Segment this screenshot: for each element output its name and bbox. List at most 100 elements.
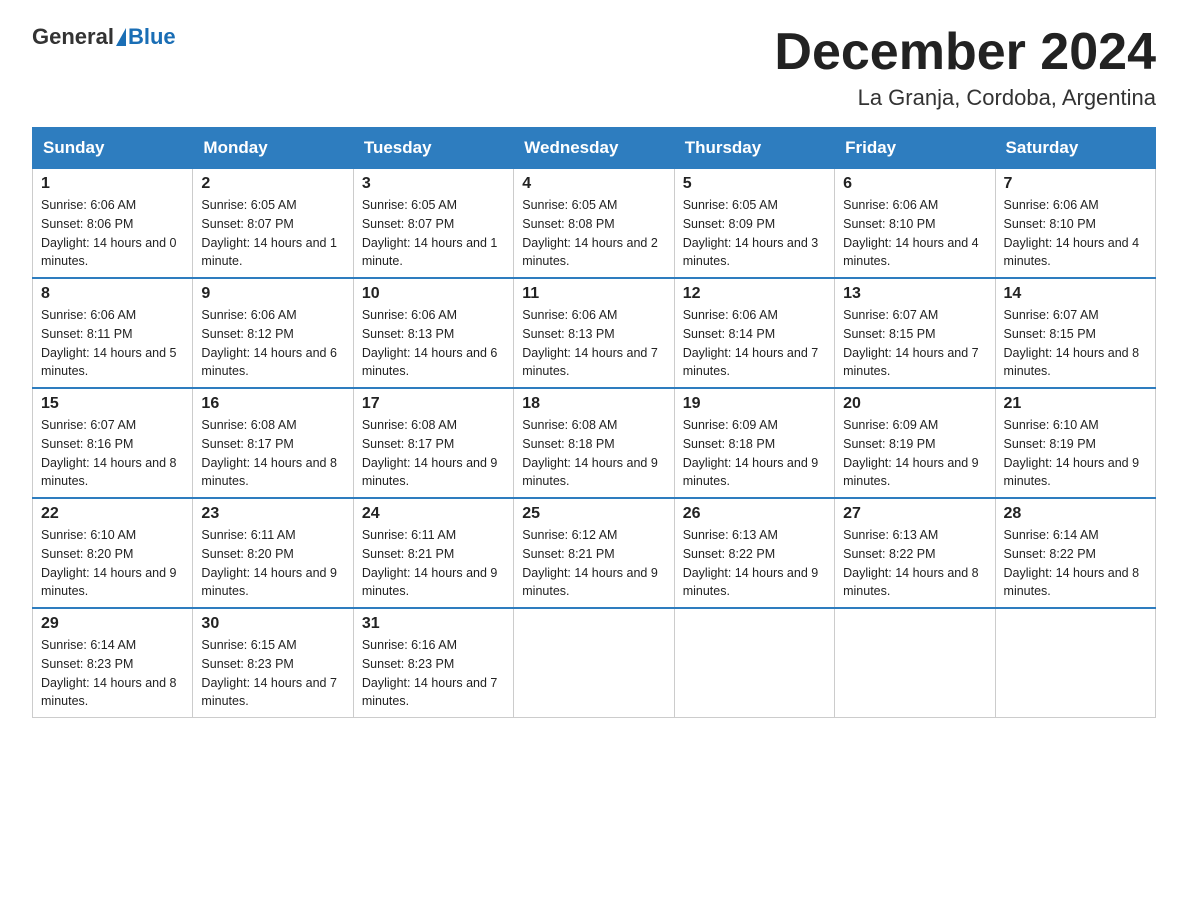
location-title: La Granja, Cordoba, Argentina xyxy=(774,85,1156,111)
calendar-week-row: 1 Sunrise: 6:06 AMSunset: 8:06 PMDaylight… xyxy=(33,169,1156,279)
logo: General Blue xyxy=(32,24,176,50)
day-number: 6 xyxy=(843,175,986,193)
calendar-day-cell: 31 Sunrise: 6:16 AMSunset: 8:23 PMDayligh… xyxy=(353,608,513,718)
calendar-day-cell: 1 Sunrise: 6:06 AMSunset: 8:06 PMDaylight… xyxy=(33,169,193,279)
day-sun-info: Sunrise: 6:11 AMSunset: 8:21 PMDaylight:… xyxy=(362,526,505,601)
day-number: 17 xyxy=(362,395,505,413)
day-number: 26 xyxy=(683,505,826,523)
day-sun-info: Sunrise: 6:06 AMSunset: 8:10 PMDaylight:… xyxy=(843,196,986,271)
calendar-day-cell: 23 Sunrise: 6:11 AMSunset: 8:20 PMDayligh… xyxy=(193,498,353,608)
day-sun-info: Sunrise: 6:07 AMSunset: 8:15 PMDaylight:… xyxy=(843,306,986,381)
calendar-week-row: 8Sunrise: 6:06 AMSunset: 8:11 PMDaylight… xyxy=(33,278,1156,388)
day-sun-info: Sunrise: 6:14 AMSunset: 8:22 PMDaylight:… xyxy=(1004,526,1147,601)
day-of-week-header: Sunday xyxy=(33,128,193,169)
day-number: 12 xyxy=(683,285,826,303)
day-sun-info: Sunrise: 6:05 AMSunset: 8:07 PMDaylight:… xyxy=(362,196,505,271)
calendar-day-cell: 28 Sunrise: 6:14 AMSunset: 8:22 PMDayligh… xyxy=(995,498,1155,608)
day-sun-info: Sunrise: 6:14 AMSunset: 8:23 PMDaylight:… xyxy=(41,636,184,711)
calendar-day-cell: 29 Sunrise: 6:14 AMSunset: 8:23 PMDayligh… xyxy=(33,608,193,718)
day-number: 1 xyxy=(41,175,184,193)
calendar-day-cell: 21 Sunrise: 6:10 AMSunset: 8:19 PMDayligh… xyxy=(995,388,1155,498)
day-sun-info: Sunrise: 6:09 AMSunset: 8:19 PMDaylight:… xyxy=(843,416,986,491)
day-number: 30 xyxy=(201,615,344,633)
calendar-day-cell: 18Sunrise: 6:08 AMSunset: 8:18 PMDayligh… xyxy=(514,388,674,498)
day-number: 25 xyxy=(522,505,665,523)
day-of-week-header: Monday xyxy=(193,128,353,169)
calendar-day-cell: 9 Sunrise: 6:06 AMSunset: 8:12 PMDaylight… xyxy=(193,278,353,388)
day-sun-info: Sunrise: 6:06 AMSunset: 8:06 PMDaylight:… xyxy=(41,196,184,271)
day-sun-info: Sunrise: 6:07 AMSunset: 8:16 PMDaylight:… xyxy=(41,416,184,491)
title-block: December 2024 La Granja, Cordoba, Argent… xyxy=(774,24,1156,111)
day-sun-info: Sunrise: 6:12 AMSunset: 8:21 PMDaylight:… xyxy=(522,526,665,601)
calendar-day-cell: 27Sunrise: 6:13 AMSunset: 8:22 PMDayligh… xyxy=(835,498,995,608)
day-sun-info: Sunrise: 6:10 AMSunset: 8:20 PMDaylight:… xyxy=(41,526,184,601)
calendar-day-cell: 7 Sunrise: 6:06 AMSunset: 8:10 PMDaylight… xyxy=(995,169,1155,279)
calendar-day-cell: 13Sunrise: 6:07 AMSunset: 8:15 PMDayligh… xyxy=(835,278,995,388)
day-sun-info: Sunrise: 6:05 AMSunset: 8:09 PMDaylight:… xyxy=(683,196,826,271)
day-number: 28 xyxy=(1004,505,1147,523)
day-sun-info: Sunrise: 6:11 AMSunset: 8:20 PMDaylight:… xyxy=(201,526,344,601)
calendar-day-cell: 17 Sunrise: 6:08 AMSunset: 8:17 PMDayligh… xyxy=(353,388,513,498)
calendar-day-cell: 26Sunrise: 6:13 AMSunset: 8:22 PMDayligh… xyxy=(674,498,834,608)
day-number: 31 xyxy=(362,615,505,633)
calendar-day-cell xyxy=(995,608,1155,718)
calendar-day-cell: 30Sunrise: 6:15 AMSunset: 8:23 PMDayligh… xyxy=(193,608,353,718)
calendar-day-cell: 20 Sunrise: 6:09 AMSunset: 8:19 PMDayligh… xyxy=(835,388,995,498)
calendar-day-cell: 5Sunrise: 6:05 AMSunset: 8:09 PMDaylight… xyxy=(674,169,834,279)
day-number: 23 xyxy=(201,505,344,523)
day-sun-info: Sunrise: 6:10 AMSunset: 8:19 PMDaylight:… xyxy=(1004,416,1147,491)
day-number: 2 xyxy=(201,175,344,193)
calendar-day-cell: 16 Sunrise: 6:08 AMSunset: 8:17 PMDayligh… xyxy=(193,388,353,498)
calendar-day-cell xyxy=(674,608,834,718)
day-sun-info: Sunrise: 6:05 AMSunset: 8:07 PMDaylight:… xyxy=(201,196,344,271)
day-number: 21 xyxy=(1004,395,1147,413)
calendar-table: SundayMondayTuesdayWednesdayThursdayFrid… xyxy=(32,127,1156,718)
day-sun-info: Sunrise: 6:09 AMSunset: 8:18 PMDaylight:… xyxy=(683,416,826,491)
day-number: 11 xyxy=(522,285,665,303)
day-sun-info: Sunrise: 6:06 AMSunset: 8:13 PMDaylight:… xyxy=(362,306,505,381)
calendar-day-cell: 11 Sunrise: 6:06 AMSunset: 8:13 PMDayligh… xyxy=(514,278,674,388)
day-number: 10 xyxy=(362,285,505,303)
calendar-week-row: 22 Sunrise: 6:10 AMSunset: 8:20 PMDayligh… xyxy=(33,498,1156,608)
day-number: 19 xyxy=(683,395,826,413)
calendar-week-row: 29 Sunrise: 6:14 AMSunset: 8:23 PMDayligh… xyxy=(33,608,1156,718)
day-number: 3 xyxy=(362,175,505,193)
day-of-week-header: Wednesday xyxy=(514,128,674,169)
day-number: 9 xyxy=(201,285,344,303)
calendar-day-cell: 8Sunrise: 6:06 AMSunset: 8:11 PMDaylight… xyxy=(33,278,193,388)
day-number: 27 xyxy=(843,505,986,523)
day-sun-info: Sunrise: 6:16 AMSunset: 8:23 PMDaylight:… xyxy=(362,636,505,711)
day-number: 29 xyxy=(41,615,184,633)
day-number: 18 xyxy=(522,395,665,413)
day-sun-info: Sunrise: 6:06 AMSunset: 8:13 PMDaylight:… xyxy=(522,306,665,381)
calendar-day-cell: 10 Sunrise: 6:06 AMSunset: 8:13 PMDayligh… xyxy=(353,278,513,388)
day-number: 24 xyxy=(362,505,505,523)
day-number: 20 xyxy=(843,395,986,413)
day-sun-info: Sunrise: 6:08 AMSunset: 8:17 PMDaylight:… xyxy=(362,416,505,491)
calendar-day-cell: 12 Sunrise: 6:06 AMSunset: 8:14 PMDayligh… xyxy=(674,278,834,388)
calendar-day-cell: 3 Sunrise: 6:05 AMSunset: 8:07 PMDaylight… xyxy=(353,169,513,279)
day-sun-info: Sunrise: 6:05 AMSunset: 8:08 PMDaylight:… xyxy=(522,196,665,271)
day-of-week-header: Friday xyxy=(835,128,995,169)
day-of-week-header: Saturday xyxy=(995,128,1155,169)
day-number: 22 xyxy=(41,505,184,523)
calendar-day-cell: 15 Sunrise: 6:07 AMSunset: 8:16 PMDayligh… xyxy=(33,388,193,498)
day-sun-info: Sunrise: 6:08 AMSunset: 8:17 PMDaylight:… xyxy=(201,416,344,491)
calendar-day-cell xyxy=(514,608,674,718)
logo-general-text: General xyxy=(32,24,114,50)
logo-blue-text: Blue xyxy=(128,24,176,50)
calendar-day-cell: 19 Sunrise: 6:09 AMSunset: 8:18 PMDayligh… xyxy=(674,388,834,498)
day-number: 16 xyxy=(201,395,344,413)
calendar-day-cell: 24 Sunrise: 6:11 AMSunset: 8:21 PMDayligh… xyxy=(353,498,513,608)
page-header: General Blue December 2024 La Granja, Co… xyxy=(32,24,1156,111)
day-sun-info: Sunrise: 6:06 AMSunset: 8:10 PMDaylight:… xyxy=(1004,196,1147,271)
day-sun-info: Sunrise: 6:06 AMSunset: 8:12 PMDaylight:… xyxy=(201,306,344,381)
calendar-day-cell: 22 Sunrise: 6:10 AMSunset: 8:20 PMDayligh… xyxy=(33,498,193,608)
day-number: 15 xyxy=(41,395,184,413)
calendar-day-cell: 4Sunrise: 6:05 AMSunset: 8:08 PMDaylight… xyxy=(514,169,674,279)
calendar-day-cell: 6 Sunrise: 6:06 AMSunset: 8:10 PMDaylight… xyxy=(835,169,995,279)
day-number: 7 xyxy=(1004,175,1147,193)
day-sun-info: Sunrise: 6:06 AMSunset: 8:14 PMDaylight:… xyxy=(683,306,826,381)
day-number: 8 xyxy=(41,285,184,303)
calendar-day-cell: 25 Sunrise: 6:12 AMSunset: 8:21 PMDayligh… xyxy=(514,498,674,608)
